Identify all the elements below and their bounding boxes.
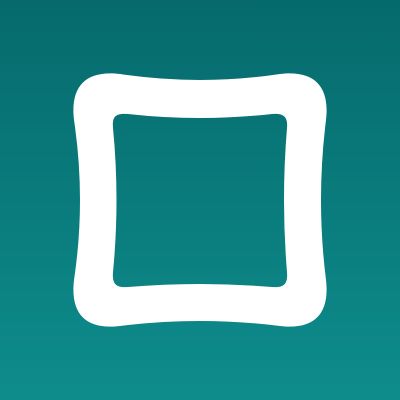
app-icon-graphic xyxy=(0,0,400,400)
app-icon xyxy=(0,0,400,400)
icon-background xyxy=(0,0,400,400)
